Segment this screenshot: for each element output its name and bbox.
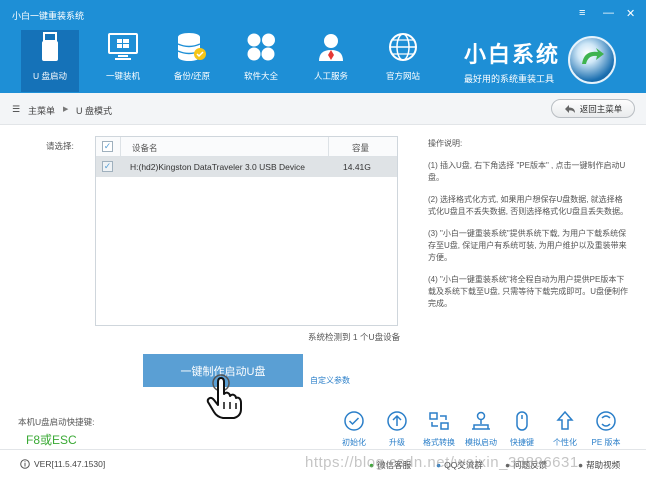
nav-official-site[interactable]: 官方网站 [374,30,432,92]
tool-label: 个性化 [553,438,577,447]
breadcrumb-current: U 盘模式 [76,106,113,116]
tool-label: 初始化 [342,438,366,447]
column-capacity: 容量 [352,143,370,153]
upgrade-arrow-icon [387,411,407,431]
nav-one-click-install[interactable]: 一键装机 [94,30,152,92]
minimize-icon[interactable]: — [603,7,614,19]
detected-devices-text: 系统检测到 1 个U盘设备 [308,332,401,342]
app-title: 小白一键重装系统 [12,11,85,21]
device-checkbox[interactable]: ✓ [102,161,113,172]
nav-support[interactable]: 人工服务 [302,30,360,92]
close-icon[interactable]: ✕ [626,7,635,20]
app-header: 小白一键重装系统 ≡ — ✕ U 盘启动 一键装机 备份/还原 软件大全 人工服… [0,0,646,93]
tool-label: 快捷键 [510,438,534,447]
device-table: ✓ 设备名 容量 ✓ H:(hd2)Kingston DataTraveler … [95,136,398,326]
globe-icon [387,32,419,62]
table-row[interactable]: ✓ H:(hd2)Kingston DataTraveler 3.0 USB D… [96,157,397,177]
brand-name: 小白系统 [464,42,561,67]
breadcrumb-home[interactable]: 主菜单 [28,104,55,117]
back-button-label: 返回主菜单 [579,103,623,114]
version-text: VER[11.5.47.1530] [34,459,106,469]
column-device-name: 设备名 [132,143,158,153]
logo-icon [568,36,616,84]
version-info: VER[11.5.47.1530] [20,459,105,469]
nav-backup-restore[interactable]: 备份/还原 [163,30,221,92]
instructions-title: 操作说明: [428,139,463,148]
tool-upgrade[interactable]: 升级 [379,410,415,448]
tool-label: 升级 [389,438,405,447]
tool-personalize[interactable]: 个性化 [547,410,583,448]
instructions-panel: 操作说明: (1) 插入U盘, 右下角选择 "PE版本" , 点击一键制作启动U… [428,138,628,320]
support-person-icon [315,32,347,62]
tool-hotkey[interactable]: 快捷键 [504,410,540,448]
simulate-boot-icon [472,411,490,430]
apps-grid-icon [245,32,277,62]
menu-icon[interactable]: ≡ [579,7,585,19]
table-header: ✓ 设备名 容量 [96,137,397,157]
personalize-icon [556,410,574,430]
status-bar: VER[11.5.47.1530] ● 微信客服 ● QQ交流群 ● 问题反馈 … [0,449,646,479]
back-arrow-icon [564,104,575,113]
tool-label: PE 版本 [591,438,621,447]
brand: 小白系统 最好用的系统重装工具 [464,37,560,85]
hotkey-value: F8或ESC [26,433,77,447]
tool-initialize[interactable]: 初始化 [336,410,372,448]
select-all-checkbox[interactable]: ✓ [102,141,113,152]
help-video-link[interactable]: ● 帮助视频 [578,459,620,471]
instruction-step: (3) "小白一键重装系统"提供系统下载, 为用户下载系统保存至U盘, 保证用户… [428,229,627,262]
tool-simulate-boot[interactable]: 模拟启动 [463,410,499,448]
instruction-step: (4) "小白一键重装系统"将全程自动为用户提供PE版本下载及系统下载至U盘, … [428,275,628,308]
nav-label: 一键装机 [105,71,140,81]
instruction-step: (2) 选择格式化方式, 如果用户想保存U盘数据, 就选择格式化U盘且不丢失数据… [428,195,628,216]
nav-software[interactable]: 软件大全 [232,30,290,92]
brand-tagline: 最好用的系统重装工具 [464,74,555,84]
nav-label: 人工服务 [313,71,348,81]
select-label: 请选择: [46,141,74,151]
custom-params-link[interactable]: 自定义参数 [310,375,350,386]
format-convert-icon [429,412,449,430]
back-to-main-button[interactable]: 返回主菜单 [551,99,635,118]
tool-label: 模拟启动 [465,438,497,447]
tool-format-convert[interactable]: 格式转换 [421,410,457,448]
breadcrumb-separator: ▶ [63,106,69,113]
device-name: H:(hd2)Kingston DataTraveler 3.0 USB Dev… [130,162,305,172]
database-backup-icon [176,32,208,62]
link-label: 帮助视频 [586,460,621,470]
nav-label: 备份/还原 [173,71,211,81]
nav-label: 官方网站 [385,71,420,81]
nav-usb-boot[interactable]: U 盘启动 [21,30,79,92]
nav-label: U 盘启动 [32,71,67,81]
breadcrumb: ☰ 主菜单 ▶ U 盘模式 返回主菜单 [0,93,646,125]
watermark: https://blog.csdn.net/weixin_38896631 [305,454,579,471]
video-icon: ● [578,460,584,470]
tool-pe-version[interactable]: PE 版本 [588,410,624,448]
device-capacity: 14.41G [343,162,371,172]
mouse-icon [516,411,528,431]
hotkey-label: 本机U盘启动快捷键: [18,417,95,427]
info-icon [20,459,30,469]
init-check-icon [344,411,364,431]
monitor-windows-icon [107,32,139,62]
pe-version-icon [596,411,616,431]
instruction-step: (1) 插入U盘, 右下角选择 "PE版本" , 点击一键制作启动U盘。 [428,161,626,182]
usb-drive-icon [34,32,66,62]
nav-label: 软件大全 [243,71,278,81]
list-icon: ☰ [12,104,21,114]
hand-cursor-icon [203,372,245,422]
tool-label: 格式转换 [423,438,455,447]
